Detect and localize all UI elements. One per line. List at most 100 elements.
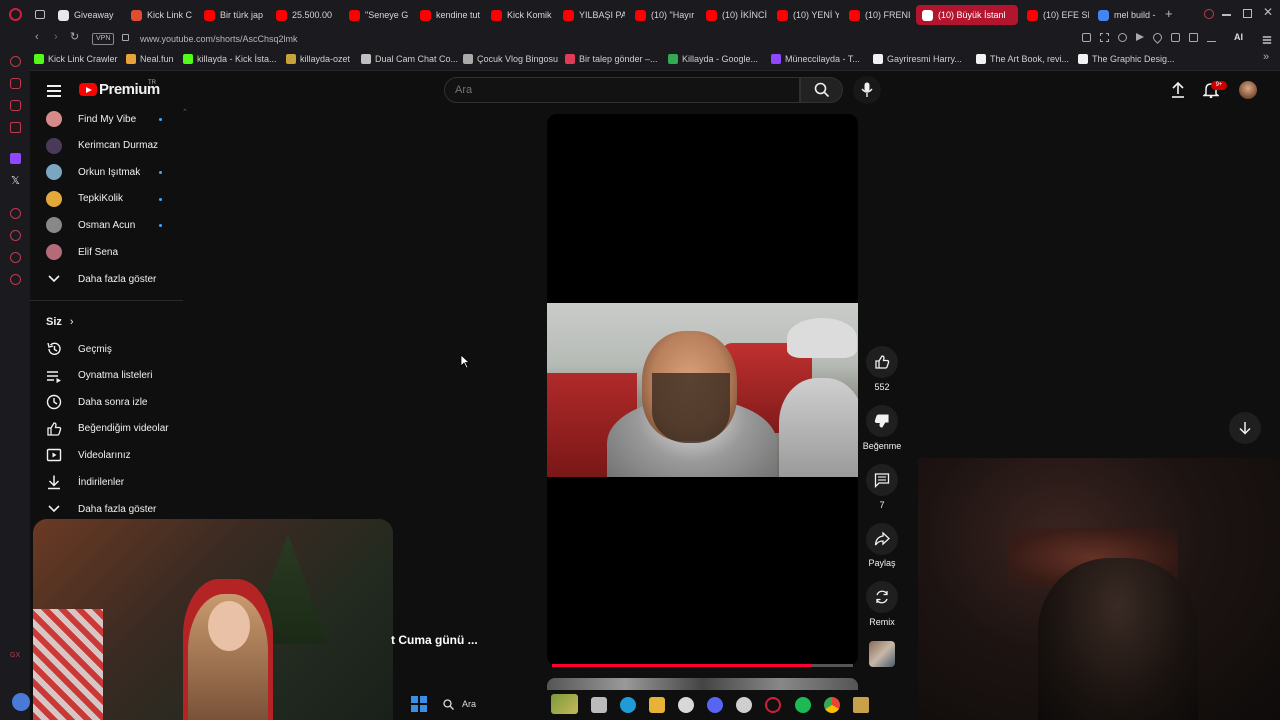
shorts-video-frame[interactable]	[547, 303, 858, 477]
edge-icon[interactable]	[620, 697, 636, 713]
next-video-button[interactable]	[1229, 412, 1261, 444]
show-more-you[interactable]: Daha fazla göster	[46, 499, 156, 519]
browser-tab[interactable]: Kick Link C	[131, 5, 193, 25]
subscription-item[interactable]: Find My Vibe	[46, 109, 136, 129]
sidebar-twitch-icon[interactable]	[10, 153, 21, 164]
sidebar-pinboard-icon[interactable]	[10, 252, 21, 263]
comments-button[interactable]	[866, 464, 898, 496]
bookmark-item[interactable]: The Graphic Desig...	[1078, 52, 1175, 66]
close-window-icon[interactable]: ✕	[1263, 5, 1273, 19]
browser-tab[interactable]: Kick Komik	[491, 5, 553, 25]
browser-tab[interactable]: Giveaway	[58, 5, 120, 25]
aria-ai-label[interactable]: AI	[1234, 32, 1243, 42]
extensions-icon[interactable]	[1171, 33, 1180, 42]
browser-tab[interactable]: YILBAŞI PA	[563, 5, 625, 25]
sidebar-gx-icon[interactable]	[10, 78, 21, 89]
you-section-link[interactable]: Siz ›	[46, 316, 74, 328]
bookmark-item[interactable]: Neal.fun	[126, 52, 174, 66]
heart-icon[interactable]	[1151, 31, 1164, 44]
windows-start-icon[interactable]	[411, 696, 427, 712]
voice-search-button[interactable]	[853, 76, 881, 104]
lock-icon[interactable]	[122, 34, 129, 41]
browser-tab[interactable]: "Seneye G	[349, 5, 411, 25]
search-tabs-icon[interactable]	[1204, 9, 1214, 19]
sidebar-settings-icon[interactable]	[10, 274, 21, 285]
wallet-icon[interactable]	[1189, 33, 1198, 42]
maximize-icon[interactable]	[1243, 9, 1252, 18]
bookmark-icon[interactable]	[1082, 33, 1091, 42]
browser-tab[interactable]: (10) Büyük İstanl	[916, 5, 1018, 25]
bookmark-item[interactable]: Bir talep gönder –...	[565, 52, 658, 66]
browser-tab[interactable]: (10) İKİNCİ	[706, 5, 768, 25]
settings-icon[interactable]	[678, 697, 694, 713]
opera-gx-icon[interactable]	[765, 697, 781, 713]
upload-icon[interactable]	[1171, 82, 1185, 98]
you-nav-item[interactable]: İndirilenler	[46, 472, 124, 492]
obs-icon[interactable]	[736, 697, 752, 713]
avatar[interactable]	[1239, 81, 1257, 99]
vpn-badge[interactable]: VPN	[92, 33, 115, 45]
search-button[interactable]	[800, 77, 843, 103]
forward-icon[interactable]: ›	[54, 31, 58, 43]
browser-tab[interactable]: 25.500.00	[276, 5, 338, 25]
bookmark-item[interactable]: Dual Cam Chat Co...	[361, 52, 458, 66]
snapshot-icon[interactable]	[1100, 33, 1109, 42]
show-more-subscriptions[interactable]: Daha fazla göster	[46, 269, 156, 289]
subscription-item[interactable]: Elif Sena	[46, 242, 118, 262]
opera-logo-icon[interactable]	[9, 8, 22, 21]
bookmarks-overflow-icon[interactable]: »	[1263, 51, 1269, 63]
you-nav-item[interactable]: Oynatma listeleri	[46, 366, 152, 386]
bookmark-item[interactable]: Killayda - Google...	[668, 52, 758, 66]
browser-tab[interactable]: Bir türk jap	[204, 5, 266, 25]
share-button[interactable]	[866, 523, 898, 555]
you-nav-item[interactable]: Geçmiş	[46, 339, 112, 359]
menu-icon[interactable]	[47, 82, 61, 100]
taskbar-widget-icon[interactable]	[551, 694, 578, 714]
subscription-item[interactable]: Kerimcan Durmaz	[46, 136, 158, 156]
adblock-icon[interactable]	[1118, 33, 1127, 42]
next-short-preview[interactable]	[547, 678, 858, 690]
subscription-item[interactable]: Orkun Işıtmak	[46, 162, 140, 182]
spotify-icon[interactable]	[795, 697, 811, 713]
minimize-icon[interactable]	[1222, 14, 1231, 16]
task-view-icon[interactable]	[591, 697, 607, 713]
new-tab-icon[interactable]: +	[1165, 6, 1173, 21]
browser-tab[interactable]: mel build -	[1098, 5, 1158, 25]
taskbar-app-icon[interactable]	[853, 697, 869, 713]
youtube-logo-icon[interactable]	[79, 83, 97, 96]
player-icon[interactable]	[1136, 33, 1144, 41]
dislike-button[interactable]	[866, 405, 898, 437]
discord-icon[interactable]	[707, 697, 723, 713]
bookmark-item[interactable]: Çocuk Vlog Bingosu	[463, 52, 558, 66]
reload-icon[interactable]: ↻	[70, 30, 79, 43]
you-nav-item[interactable]: Daha sonra izle	[46, 392, 147, 412]
taskbar-weather-icon[interactable]	[12, 693, 30, 711]
bookmark-item[interactable]: Kick Link Crawler	[34, 52, 118, 66]
bookmark-item[interactable]: killayda-ozet	[286, 52, 350, 66]
bookmark-item[interactable]: Gayriresmi Harry...	[873, 52, 962, 66]
scroll-up-icon[interactable]: ⌃	[182, 108, 188, 116]
you-nav-item[interactable]: Videolarınız	[46, 445, 131, 465]
sidebar-history-icon[interactable]	[10, 230, 21, 241]
sidebar-tv-icon[interactable]	[10, 122, 21, 133]
back-icon[interactable]: ‹	[35, 31, 39, 43]
url-text[interactable]: www.youtube.com/shorts/AscChsq2lmk	[140, 30, 298, 48]
bookmark-item[interactable]: Müneccilayda - T...	[771, 52, 860, 66]
downloads-icon[interactable]	[1207, 33, 1216, 42]
sidebar-opera-icon[interactable]	[10, 56, 21, 67]
taskbar-search[interactable]: Ara	[434, 694, 544, 714]
browser-tab[interactable]: kendine tut	[420, 5, 482, 25]
browser-tab[interactable]: (10) EFE SI	[1027, 5, 1089, 25]
file-explorer-icon[interactable]	[649, 697, 665, 713]
subscription-item[interactable]: Osman Acun	[46, 215, 135, 235]
remix-button[interactable]	[866, 581, 898, 613]
browser-tab[interactable]: (10) FRENI	[849, 5, 911, 25]
search-input[interactable]	[455, 82, 785, 98]
sound-thumbnail[interactable]	[869, 641, 895, 667]
tab-manager-icon[interactable]	[35, 10, 45, 19]
sidebar-messenger-icon[interactable]	[10, 100, 21, 111]
bookmark-item[interactable]: killayda - Kick İsta...	[183, 52, 277, 66]
chrome-icon[interactable]	[824, 697, 840, 713]
subscription-item[interactable]: TepkiKolik	[46, 189, 123, 209]
sidebar-player-icon[interactable]	[10, 208, 21, 219]
